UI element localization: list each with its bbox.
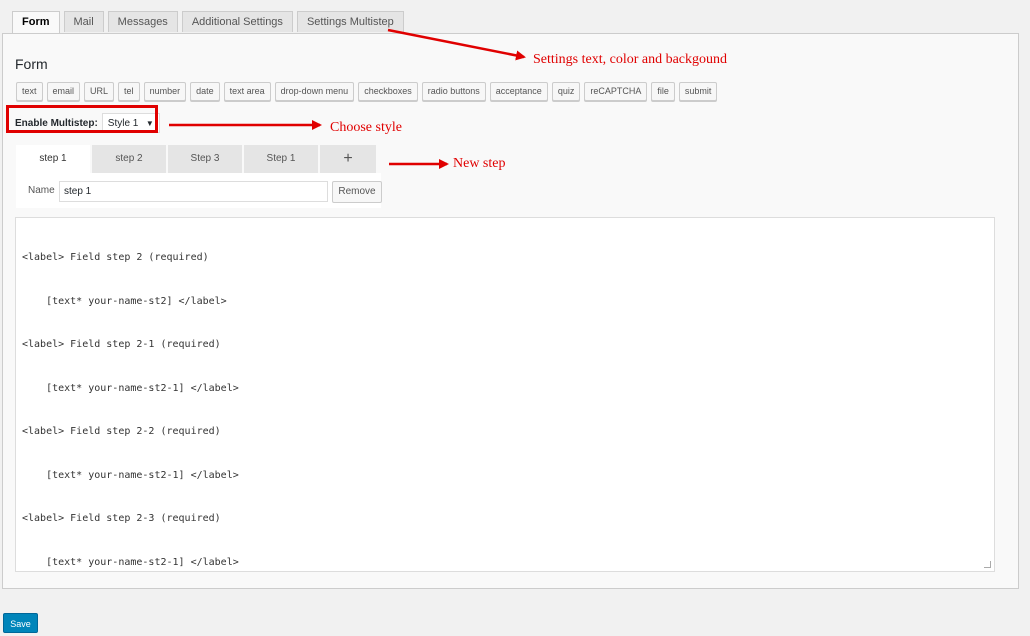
annotation-arrow-settings [387, 28, 526, 61]
annotation-settings-text: Settings text, color and backgound [533, 52, 728, 67]
annotation-arrows [169, 28, 526, 169]
annotation-new-step-text: New step [453, 156, 506, 171]
annotation-choose-style-text: Choose style [330, 120, 402, 135]
